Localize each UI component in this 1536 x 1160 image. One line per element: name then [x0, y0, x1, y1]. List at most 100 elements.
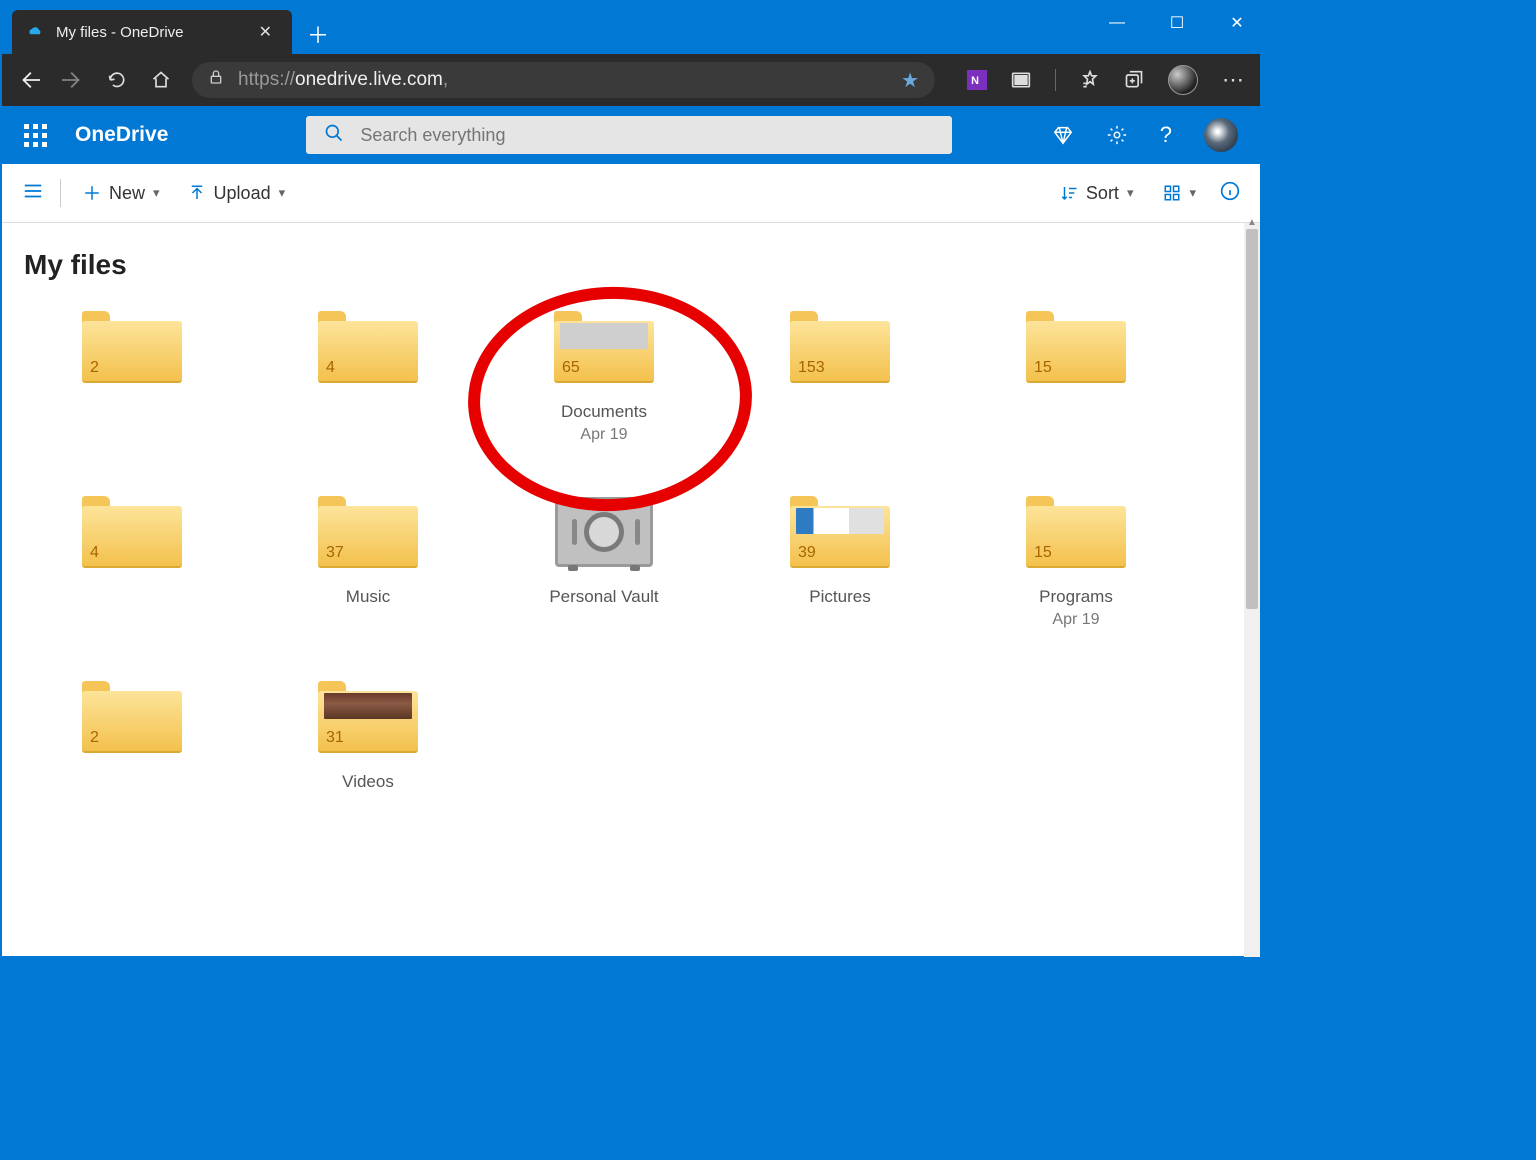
folder-icon: 65 — [554, 311, 654, 383]
forward-button[interactable] — [60, 67, 86, 93]
folder-icon: 15 — [1026, 311, 1126, 383]
url-text: https://onedrive.live.com, — [238, 69, 887, 91]
svg-text:N: N — [971, 75, 979, 87]
favorite-star-icon[interactable]: ★ — [901, 68, 919, 93]
content-area: ▲ My files 2 4 65 DocumentsApr 19 153 15… — [2, 223, 1260, 957]
folder-icon: 153 — [790, 311, 890, 383]
refresh-button[interactable] — [104, 67, 130, 93]
upload-label: Upload — [214, 183, 271, 204]
more-button[interactable]: ⋯ — [1222, 67, 1246, 93]
titlebar: My files - OneDrive ✕ ＋ ― ☐ ✕ — [2, 2, 1260, 54]
tab-title: My files - OneDrive — [56, 24, 184, 41]
new-label: New — [109, 183, 145, 204]
favorites-list-icon[interactable] — [1080, 70, 1100, 90]
chevron-down-icon: ▾ — [1127, 185, 1134, 201]
folder-item[interactable]: 4 — [260, 311, 476, 444]
folder-name: Personal Vault — [549, 586, 658, 609]
settings-gear-icon[interactable] — [1106, 124, 1128, 146]
chevron-down-icon: ▾ — [1189, 185, 1196, 201]
cmd-divider — [60, 179, 61, 207]
maximize-icon[interactable]: ☐ — [1162, 13, 1192, 33]
folder-icon: 2 — [82, 681, 182, 753]
browser-tab[interactable]: My files - OneDrive ✕ — [12, 10, 292, 54]
content-scroll[interactable]: My files 2 4 65 DocumentsApr 19 153 15 4… — [2, 223, 1260, 957]
scroll-up-icon[interactable]: ▲ — [1246, 217, 1258, 229]
profile-avatar[interactable] — [1168, 65, 1198, 95]
scroll-thumb[interactable] — [1246, 229, 1258, 609]
premium-icon[interactable] — [1052, 124, 1074, 146]
command-bar: New ▾ Upload ▾ Sort ▾ ▾ — [2, 164, 1260, 223]
folder-icon: 2 — [82, 311, 182, 383]
folder-name: Programs — [1039, 586, 1113, 609]
toolbar-divider — [1055, 69, 1056, 91]
folder-count: 15 — [1034, 359, 1052, 377]
back-button[interactable] — [16, 67, 42, 93]
folder-item[interactable]: Personal Vault — [496, 496, 712, 629]
reading-view-icon[interactable] — [1011, 70, 1031, 90]
folder-thumbnail — [324, 693, 412, 719]
folder-name: Pictures — [809, 586, 870, 609]
chevron-down-icon: ▾ — [153, 185, 160, 201]
brand-label[interactable]: OneDrive — [75, 123, 168, 147]
folder-item[interactable]: 39 Pictures — [732, 496, 948, 629]
view-toggle[interactable]: ▾ — [1157, 180, 1202, 206]
app-launcher-icon[interactable] — [24, 124, 47, 147]
upload-button[interactable]: Upload ▾ — [182, 179, 292, 208]
onedrive-favicon-icon — [26, 23, 44, 41]
folder-date: Apr 19 — [580, 426, 627, 444]
info-icon[interactable] — [1220, 181, 1240, 206]
folder-count: 37 — [326, 544, 344, 562]
close-window-icon[interactable]: ✕ — [1222, 13, 1252, 33]
folder-date: Apr 19 — [1052, 611, 1099, 629]
home-button[interactable] — [148, 67, 174, 93]
folder-icon: 15 — [1026, 496, 1126, 568]
folder-thumbnail — [560, 323, 648, 349]
collections-icon[interactable] — [1124, 70, 1144, 90]
window-controls: ― ☐ ✕ — [1102, 2, 1252, 44]
search-icon — [324, 123, 344, 148]
folder-count: 2 — [90, 359, 99, 377]
folder-count: 39 — [798, 544, 816, 562]
scrollbar[interactable]: ▲ — [1244, 223, 1260, 957]
folder-item[interactable]: 2 — [24, 681, 240, 794]
search-box[interactable] — [306, 116, 952, 154]
folder-icon: 4 — [82, 496, 182, 568]
folder-count: 31 — [326, 729, 344, 747]
lock-icon — [208, 69, 224, 91]
folder-item[interactable]: 15 — [968, 311, 1184, 444]
nav-toggle-icon[interactable] — [22, 180, 44, 207]
page-title: My files — [24, 249, 1238, 281]
sort-button[interactable]: Sort ▾ — [1054, 179, 1140, 208]
folder-count: 15 — [1034, 544, 1052, 562]
address-bar: https://onedrive.live.com, ★ N ⋯ — [2, 54, 1260, 106]
folder-item[interactable]: 31 Videos — [260, 681, 476, 794]
folder-count: 65 — [562, 359, 580, 377]
folder-item[interactable]: 37 Music — [260, 496, 476, 629]
address-field[interactable]: https://onedrive.live.com, ★ — [192, 62, 935, 98]
folder-icon: 4 — [318, 311, 418, 383]
folder-grid: 2 4 65 DocumentsApr 19 153 15 4 37 Music… — [24, 311, 1184, 794]
new-button[interactable]: New ▾ — [77, 179, 166, 208]
folder-icon: 37 — [318, 496, 418, 568]
folder-item[interactable]: 15 Programs Apr 19 — [968, 496, 1184, 629]
minimize-icon[interactable]: ― — [1102, 14, 1132, 32]
folder-count: 4 — [326, 359, 335, 377]
search-input[interactable] — [358, 124, 934, 147]
toolbar-right: N ⋯ — [967, 65, 1246, 95]
folder-name: Videos — [342, 771, 394, 794]
close-tab-icon[interactable]: ✕ — [259, 22, 272, 42]
vault-icon — [554, 496, 654, 568]
onenote-extension-icon[interactable]: N — [967, 70, 987, 90]
help-icon[interactable]: ? — [1160, 122, 1172, 148]
account-avatar[interactable] — [1204, 118, 1238, 152]
cmd-right: Sort ▾ ▾ — [1054, 179, 1240, 208]
sort-label: Sort — [1086, 183, 1119, 204]
chevron-down-icon: ▾ — [279, 185, 286, 201]
folder-item[interactable]: 65 DocumentsApr 19 — [496, 311, 712, 444]
folder-count: 4 — [90, 544, 99, 562]
folder-thumbnail — [796, 508, 884, 534]
folder-item[interactable]: 2 — [24, 311, 240, 444]
folder-item[interactable]: 4 — [24, 496, 240, 629]
new-tab-button[interactable]: ＋ — [298, 14, 338, 54]
folder-item[interactable]: 153 — [732, 311, 948, 444]
